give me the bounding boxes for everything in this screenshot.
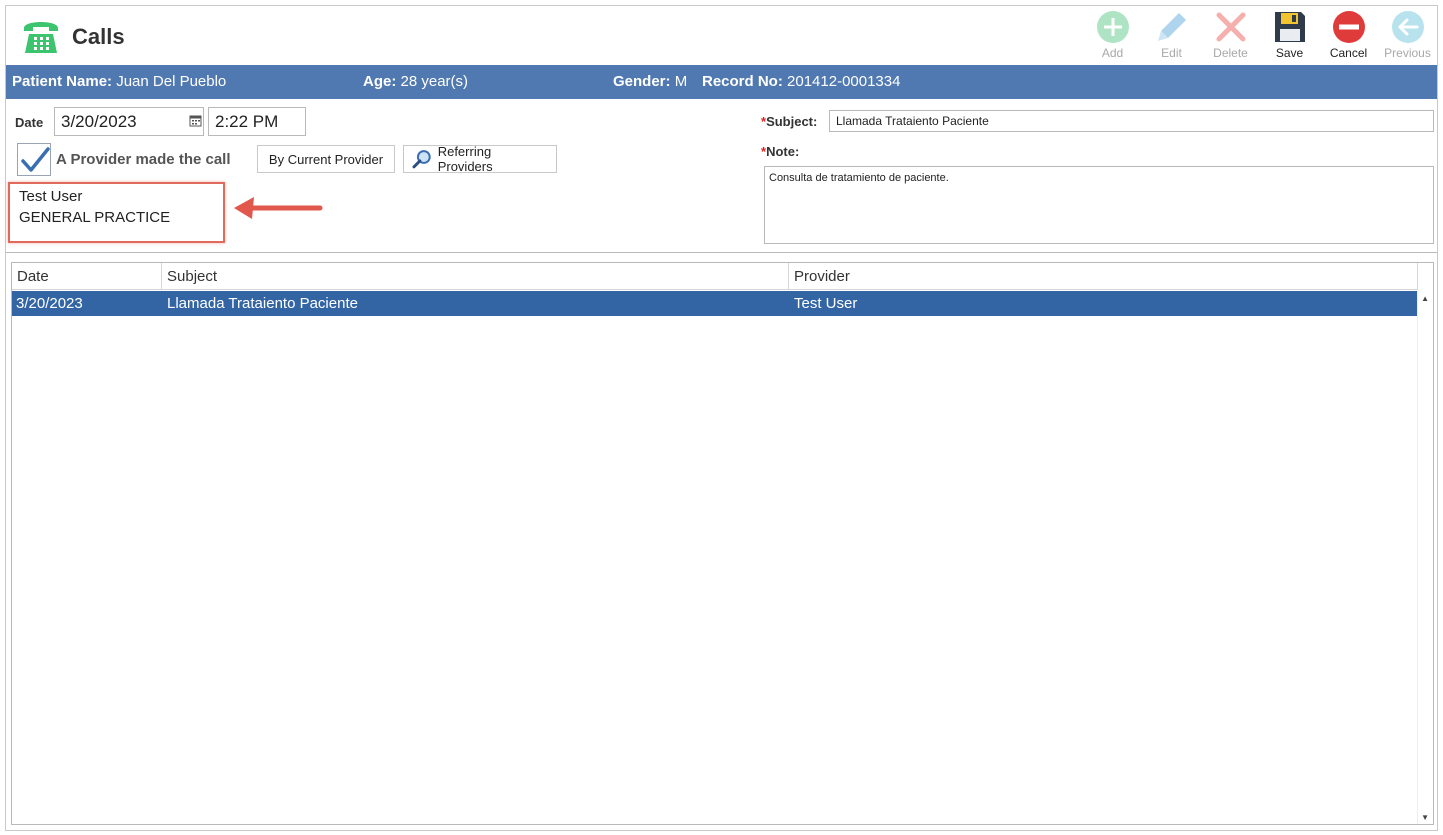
delete-button[interactable]: Delete <box>1201 8 1260 64</box>
row-provider: Test User <box>794 295 858 312</box>
grid-scrollbar[interactable] <box>1417 290 1433 824</box>
cancel-icon <box>1332 11 1365 43</box>
cancel-button[interactable]: Cancel <box>1319 8 1378 64</box>
previous-button[interactable]: Previous <box>1378 8 1437 64</box>
add-label: Add <box>1101 46 1124 60</box>
calendar-icon[interactable] <box>189 114 202 127</box>
row-date: 3/20/2023 <box>16 295 83 312</box>
magnifier-icon <box>412 150 431 169</box>
save-button[interactable]: Save <box>1260 8 1319 64</box>
table-row[interactable]: 3/20/2023 Llamada Trataiento Paciente Te… <box>12 291 1417 316</box>
previous-label: Previous <box>1384 46 1431 60</box>
back-arrow-icon <box>1391 11 1424 43</box>
scroll-up-icon[interactable]: ▲ <box>1421 294 1429 303</box>
note-field[interactable]: Consulta de tratamiento de paciente. <box>764 166 1434 244</box>
toolbar: Add Edit Delete Save Cancel Previous <box>1083 8 1437 64</box>
subject-field[interactable]: Llamada Trataiento Paciente <box>829 110 1434 132</box>
time-field[interactable]: 2:22 PM <box>208 107 306 136</box>
subject-label: *Subject: <box>761 114 818 129</box>
edit-button[interactable]: Edit <box>1142 8 1201 64</box>
patient-record: Record No: 201412-0001334 <box>702 73 901 90</box>
date-label: Date <box>15 115 44 130</box>
column-header-subject[interactable]: Subject <box>162 263 789 290</box>
pencil-icon <box>1157 13 1186 41</box>
patient-name: Patient Name: Juan Del Pueblo <box>12 73 227 90</box>
calls-window: Calls Add Edit Delete Save Cancel Previo… <box>5 5 1438 831</box>
patient-gender: Gender: M <box>613 73 688 90</box>
patient-age: Age: 28 year(s) <box>363 73 469 90</box>
annotation-arrow-icon <box>234 197 323 219</box>
calls-grid: Date Subject Provider 3/20/2023 Llamada … <box>11 262 1434 825</box>
edit-label: Edit <box>1161 46 1182 60</box>
add-button[interactable]: Add <box>1083 8 1142 64</box>
date-field[interactable]: 3/20/2023 <box>54 107 204 136</box>
provider-specialty: GENERAL PRACTICE <box>19 209 171 226</box>
delete-label: Delete <box>1213 46 1248 60</box>
referring-providers-label: Referring Providers <box>437 144 493 174</box>
save-icon <box>1274 12 1305 42</box>
add-icon <box>1096 11 1129 43</box>
page-title: Calls <box>72 24 125 49</box>
divider <box>6 252 1437 253</box>
cancel-label: Cancel <box>1329 46 1368 60</box>
column-header-date[interactable]: Date <box>12 263 162 290</box>
column-header-provider[interactable]: Provider <box>789 263 1418 290</box>
grid-header: Date Subject Provider <box>12 263 1418 290</box>
provider-made-call-checkbox[interactable] <box>17 143 51 176</box>
note-label: *Note: <box>761 144 800 159</box>
by-current-provider-button[interactable]: By Current Provider <box>257 145 395 173</box>
provider-name: Test User <box>19 188 83 205</box>
header: Calls Add Edit Delete Save Cancel Previo… <box>6 6 1437 65</box>
checkmark-icon <box>21 147 50 172</box>
selected-provider-box: Test User GENERAL PRACTICE <box>8 182 225 243</box>
provider-made-call-label: A Provider made the call <box>56 151 231 168</box>
referring-providers-button[interactable]: Referring Providers <box>403 144 557 174</box>
delete-icon <box>1216 12 1245 42</box>
save-label: Save <box>1275 46 1304 60</box>
patient-info-bar: Patient Name: Juan Del Pueblo Age: 28 ye… <box>6 65 1437 99</box>
scroll-down-icon[interactable]: ▼ <box>1421 813 1429 822</box>
phone-icon <box>24 22 58 53</box>
row-subject: Llamada Trataiento Paciente <box>167 295 358 312</box>
